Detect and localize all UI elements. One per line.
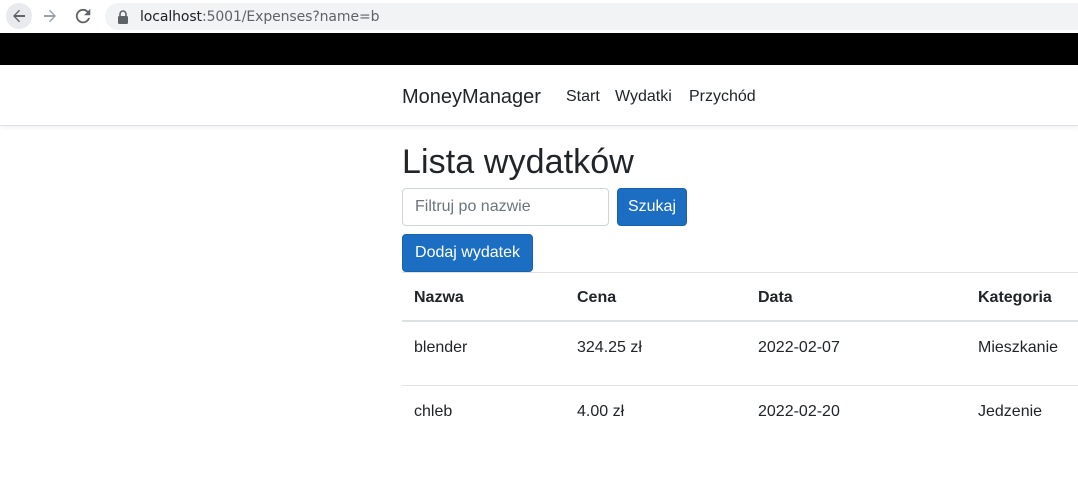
forward-button[interactable]	[37, 3, 63, 29]
cell-cena: 324.25 zł	[577, 339, 642, 356]
cell-kategoria: Mieszkanie	[978, 339, 1059, 356]
cell-data: 2022-02-07	[758, 339, 840, 356]
header-data: Data	[758, 289, 793, 306]
app-navbar: MoneyManager Start Wydatki Przychód	[0, 65, 1078, 126]
brand-link[interactable]: MoneyManager	[402, 86, 541, 109]
table-row: chleb 4.00 zł 2022-02-20 Jedzenie	[402, 385, 1078, 448]
browser-toolbar: localhost:5001/Expenses?name=b	[0, 0, 1078, 33]
cell-kategoria: Jedzenie	[978, 403, 1043, 420]
cell-data: 2022-02-20	[758, 403, 840, 420]
nav-link-przychod[interactable]: Przychód	[689, 88, 756, 106]
header-cena: Cena	[577, 289, 617, 306]
cell-cena: 4.00 zł	[577, 403, 625, 420]
url-path: :5001/Expenses?name=b	[201, 8, 380, 25]
nav-link-wydatki[interactable]: Wydatki	[615, 88, 672, 106]
arrow-right-icon	[44, 9, 56, 23]
page-title: Lista wydatków	[402, 143, 634, 181]
add-expense-button[interactable]: Dodaj wydatek	[402, 234, 533, 272]
table-header-row: Nazwa Cena Data Kategoria	[402, 272, 1078, 322]
table-row: blender 324.25 zł 2022-02-07 Mieszkanie	[402, 322, 1078, 385]
url-text: localhost:5001/Expenses?name=b	[140, 9, 379, 25]
back-button[interactable]	[6, 3, 32, 29]
reload-icon	[75, 8, 91, 24]
address-bar[interactable]: localhost:5001/Expenses?name=b	[105, 3, 1078, 30]
arrow-left-icon	[13, 9, 25, 23]
search-input[interactable]	[402, 188, 609, 226]
lock-icon	[117, 9, 129, 24]
expenses-table: Nazwa Cena Data Kategoria blender 324.25…	[402, 272, 1078, 448]
cell-nazwa: chleb	[414, 403, 453, 420]
nav-link-start[interactable]: Start	[566, 88, 600, 106]
cell-nazwa: blender	[414, 339, 468, 356]
header-kategoria: Kategoria	[978, 289, 1052, 306]
header-nazwa: Nazwa	[414, 289, 464, 306]
reload-button[interactable]	[70, 3, 96, 29]
url-host: localhost	[140, 8, 202, 25]
black-band	[0, 33, 1078, 65]
search-button[interactable]: Szukaj	[617, 188, 687, 226]
